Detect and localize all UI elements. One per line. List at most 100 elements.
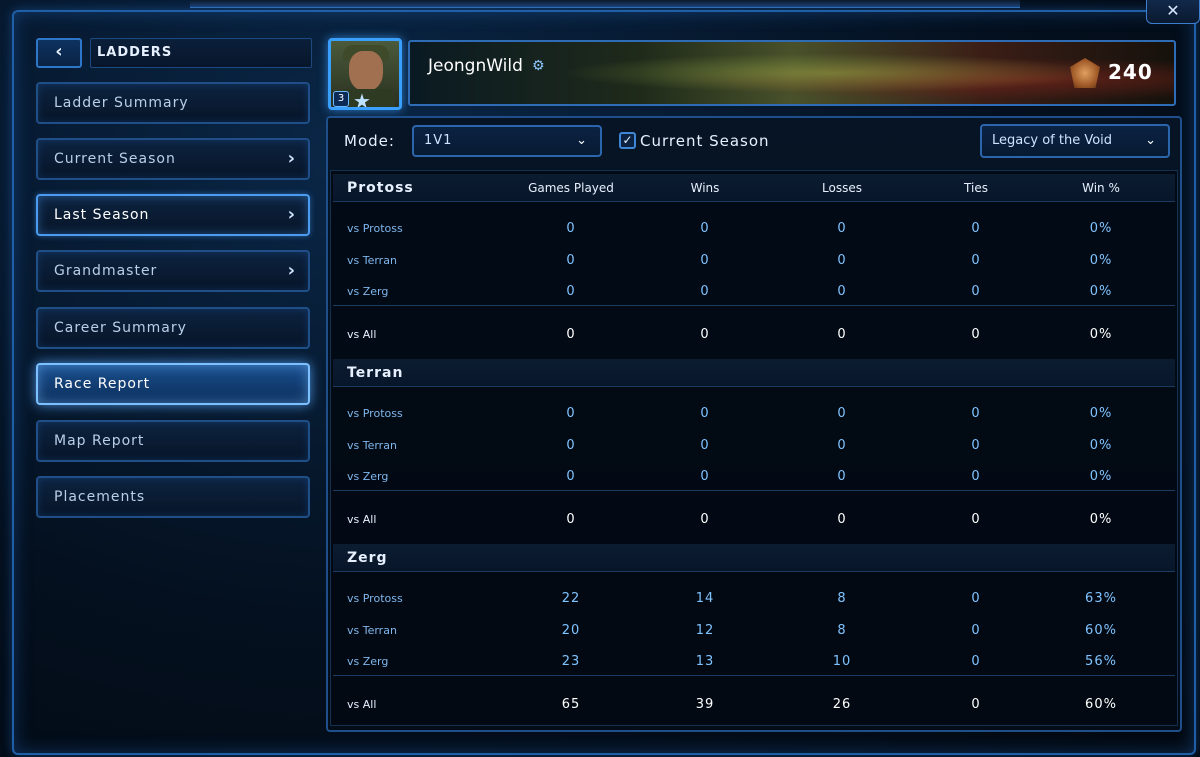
sidebar-item-current-season[interactable]: Current Season › bbox=[36, 138, 310, 180]
sidebar-item-label: Current Season bbox=[54, 151, 176, 167]
race-report-table: Protoss Games Played Wins Losses Ties Win % vs… bbox=[330, 170, 1178, 726]
table-cell: 0 bbox=[566, 406, 576, 421]
total-cell: 0 bbox=[566, 512, 576, 527]
table-cell: 13 bbox=[695, 654, 715, 669]
table-cell: 0 bbox=[700, 406, 710, 421]
mode-value: 1V1 bbox=[424, 133, 453, 148]
section-header bbox=[333, 359, 1175, 387]
table-cell: 0% bbox=[1089, 221, 1113, 236]
close-button[interactable]: ✕ bbox=[1146, 0, 1200, 24]
profile-banner: JeongnWild ⚙ 240 bbox=[408, 40, 1176, 106]
sidebar-item-career-summary[interactable]: Career Summary bbox=[36, 307, 310, 349]
row-label: vs Zerg bbox=[347, 470, 389, 483]
total-cell: 0 bbox=[971, 697, 981, 712]
mode-dropdown[interactable]: 1V1 ⌄ bbox=[412, 125, 602, 157]
chevron-left-icon: ‹ bbox=[55, 41, 63, 62]
table-cell: 14 bbox=[695, 591, 715, 606]
total-cell: 0 bbox=[971, 327, 981, 342]
row-label: vs Protoss bbox=[347, 407, 403, 420]
chevron-down-icon: ⌄ bbox=[1145, 133, 1156, 148]
sidebar-item-grandmaster[interactable]: Grandmaster › bbox=[36, 250, 310, 292]
table-cell: 0 bbox=[837, 284, 847, 299]
top-strip bbox=[190, 0, 1020, 8]
sidebar-item-last-season[interactable]: Last Season › bbox=[36, 194, 310, 236]
expansion-dropdown[interactable]: Legacy of the Void ⌄ bbox=[980, 124, 1170, 158]
table-cell: 63% bbox=[1085, 591, 1117, 606]
table-cell: 12 bbox=[695, 623, 715, 638]
rank-emblem-icon bbox=[1070, 58, 1100, 88]
sidebar-item-label: Ladder Summary bbox=[54, 95, 189, 111]
row-label: vs Terran bbox=[347, 254, 397, 267]
table-cell: 0% bbox=[1089, 406, 1113, 421]
table-cell: 22 bbox=[561, 591, 581, 606]
table-cell: 0% bbox=[1089, 284, 1113, 299]
table-cell: 0 bbox=[971, 438, 981, 453]
total-row-label: vs All bbox=[347, 513, 377, 526]
row-label: vs Terran bbox=[347, 439, 397, 452]
check-icon: ✓ bbox=[622, 133, 633, 147]
column-header: Wins bbox=[690, 181, 720, 195]
table-cell: 0% bbox=[1089, 438, 1113, 453]
current-season-checkbox[interactable]: ✓ bbox=[619, 132, 636, 149]
table-cell: 0 bbox=[700, 221, 710, 236]
current-season-label[interactable]: Current Season bbox=[640, 132, 770, 150]
table-cell: 0 bbox=[971, 221, 981, 236]
table-cell: 8 bbox=[837, 623, 847, 638]
total-cell: 39 bbox=[695, 697, 715, 712]
total-row-label: vs All bbox=[347, 328, 377, 341]
row-label: vs Zerg bbox=[347, 655, 389, 668]
table-cell: 0 bbox=[566, 221, 576, 236]
table-cell: 0 bbox=[971, 654, 981, 669]
sidebar-item-label: Grandmaster bbox=[54, 263, 158, 279]
table-cell: 23 bbox=[561, 654, 581, 669]
total-cell: 0 bbox=[837, 327, 847, 342]
column-header: Ties bbox=[964, 181, 988, 195]
table-cell: 10 bbox=[832, 654, 852, 669]
level-badge: 3 bbox=[333, 91, 349, 107]
row-divider bbox=[333, 305, 1175, 306]
total-cell: 0 bbox=[971, 512, 981, 527]
rank-points: 240 bbox=[1108, 60, 1153, 84]
chevron-down-icon: ⌄ bbox=[576, 133, 588, 148]
sidebar-item-ladder-summary[interactable]: Ladder Summary bbox=[36, 82, 310, 124]
sidebar-item-label: Placements bbox=[54, 489, 146, 505]
section-header bbox=[333, 174, 1175, 202]
table-cell: 8 bbox=[837, 591, 847, 606]
table-cell: 0 bbox=[971, 591, 981, 606]
star-icon: ★ bbox=[353, 89, 371, 110]
sidebar-item-map-report[interactable]: Map Report bbox=[36, 420, 310, 462]
total-cell: 0% bbox=[1089, 512, 1113, 527]
row-label: vs Zerg bbox=[347, 285, 389, 298]
table-cell: 0 bbox=[837, 253, 847, 268]
table-cell: 0 bbox=[700, 438, 710, 453]
chevron-right-icon: › bbox=[287, 204, 296, 225]
row-label: vs Terran bbox=[347, 624, 397, 637]
sidebar-item-label: Map Report bbox=[54, 433, 145, 449]
total-cell: 65 bbox=[561, 697, 581, 712]
table-cell: 0 bbox=[700, 253, 710, 268]
race-title: Terran bbox=[347, 365, 404, 381]
back-button[interactable]: ‹ bbox=[36, 38, 82, 68]
player-name[interactable]: JeongnWild bbox=[428, 56, 523, 76]
total-cell: 26 bbox=[832, 697, 852, 712]
avatar[interactable]: 3 ★ bbox=[328, 38, 402, 110]
table-cell: 0 bbox=[700, 284, 710, 299]
table-cell: 0 bbox=[837, 406, 847, 421]
sidebar-item-label: Career Summary bbox=[54, 320, 187, 336]
total-cell: 0 bbox=[700, 327, 710, 342]
row-label: vs Protoss bbox=[347, 592, 403, 605]
table-cell: 0 bbox=[566, 438, 576, 453]
sidebar-item-placements[interactable]: Placements bbox=[36, 476, 310, 518]
section-header bbox=[333, 544, 1175, 572]
sidebar-item-race-report[interactable]: Race Report bbox=[36, 363, 310, 405]
table-cell: 0 bbox=[971, 406, 981, 421]
sidebar-item-label: Last Season bbox=[54, 207, 150, 223]
sidebar-item-label: Race Report bbox=[54, 376, 151, 392]
total-cell: 0% bbox=[1089, 327, 1113, 342]
avatar-face bbox=[349, 51, 383, 91]
expansion-value: Legacy of the Void bbox=[992, 133, 1113, 148]
chevron-right-icon: › bbox=[287, 148, 296, 169]
mode-label: Mode: bbox=[344, 132, 395, 150]
total-cell: 0 bbox=[700, 512, 710, 527]
gear-icon[interactable]: ⚙ bbox=[532, 58, 545, 74]
